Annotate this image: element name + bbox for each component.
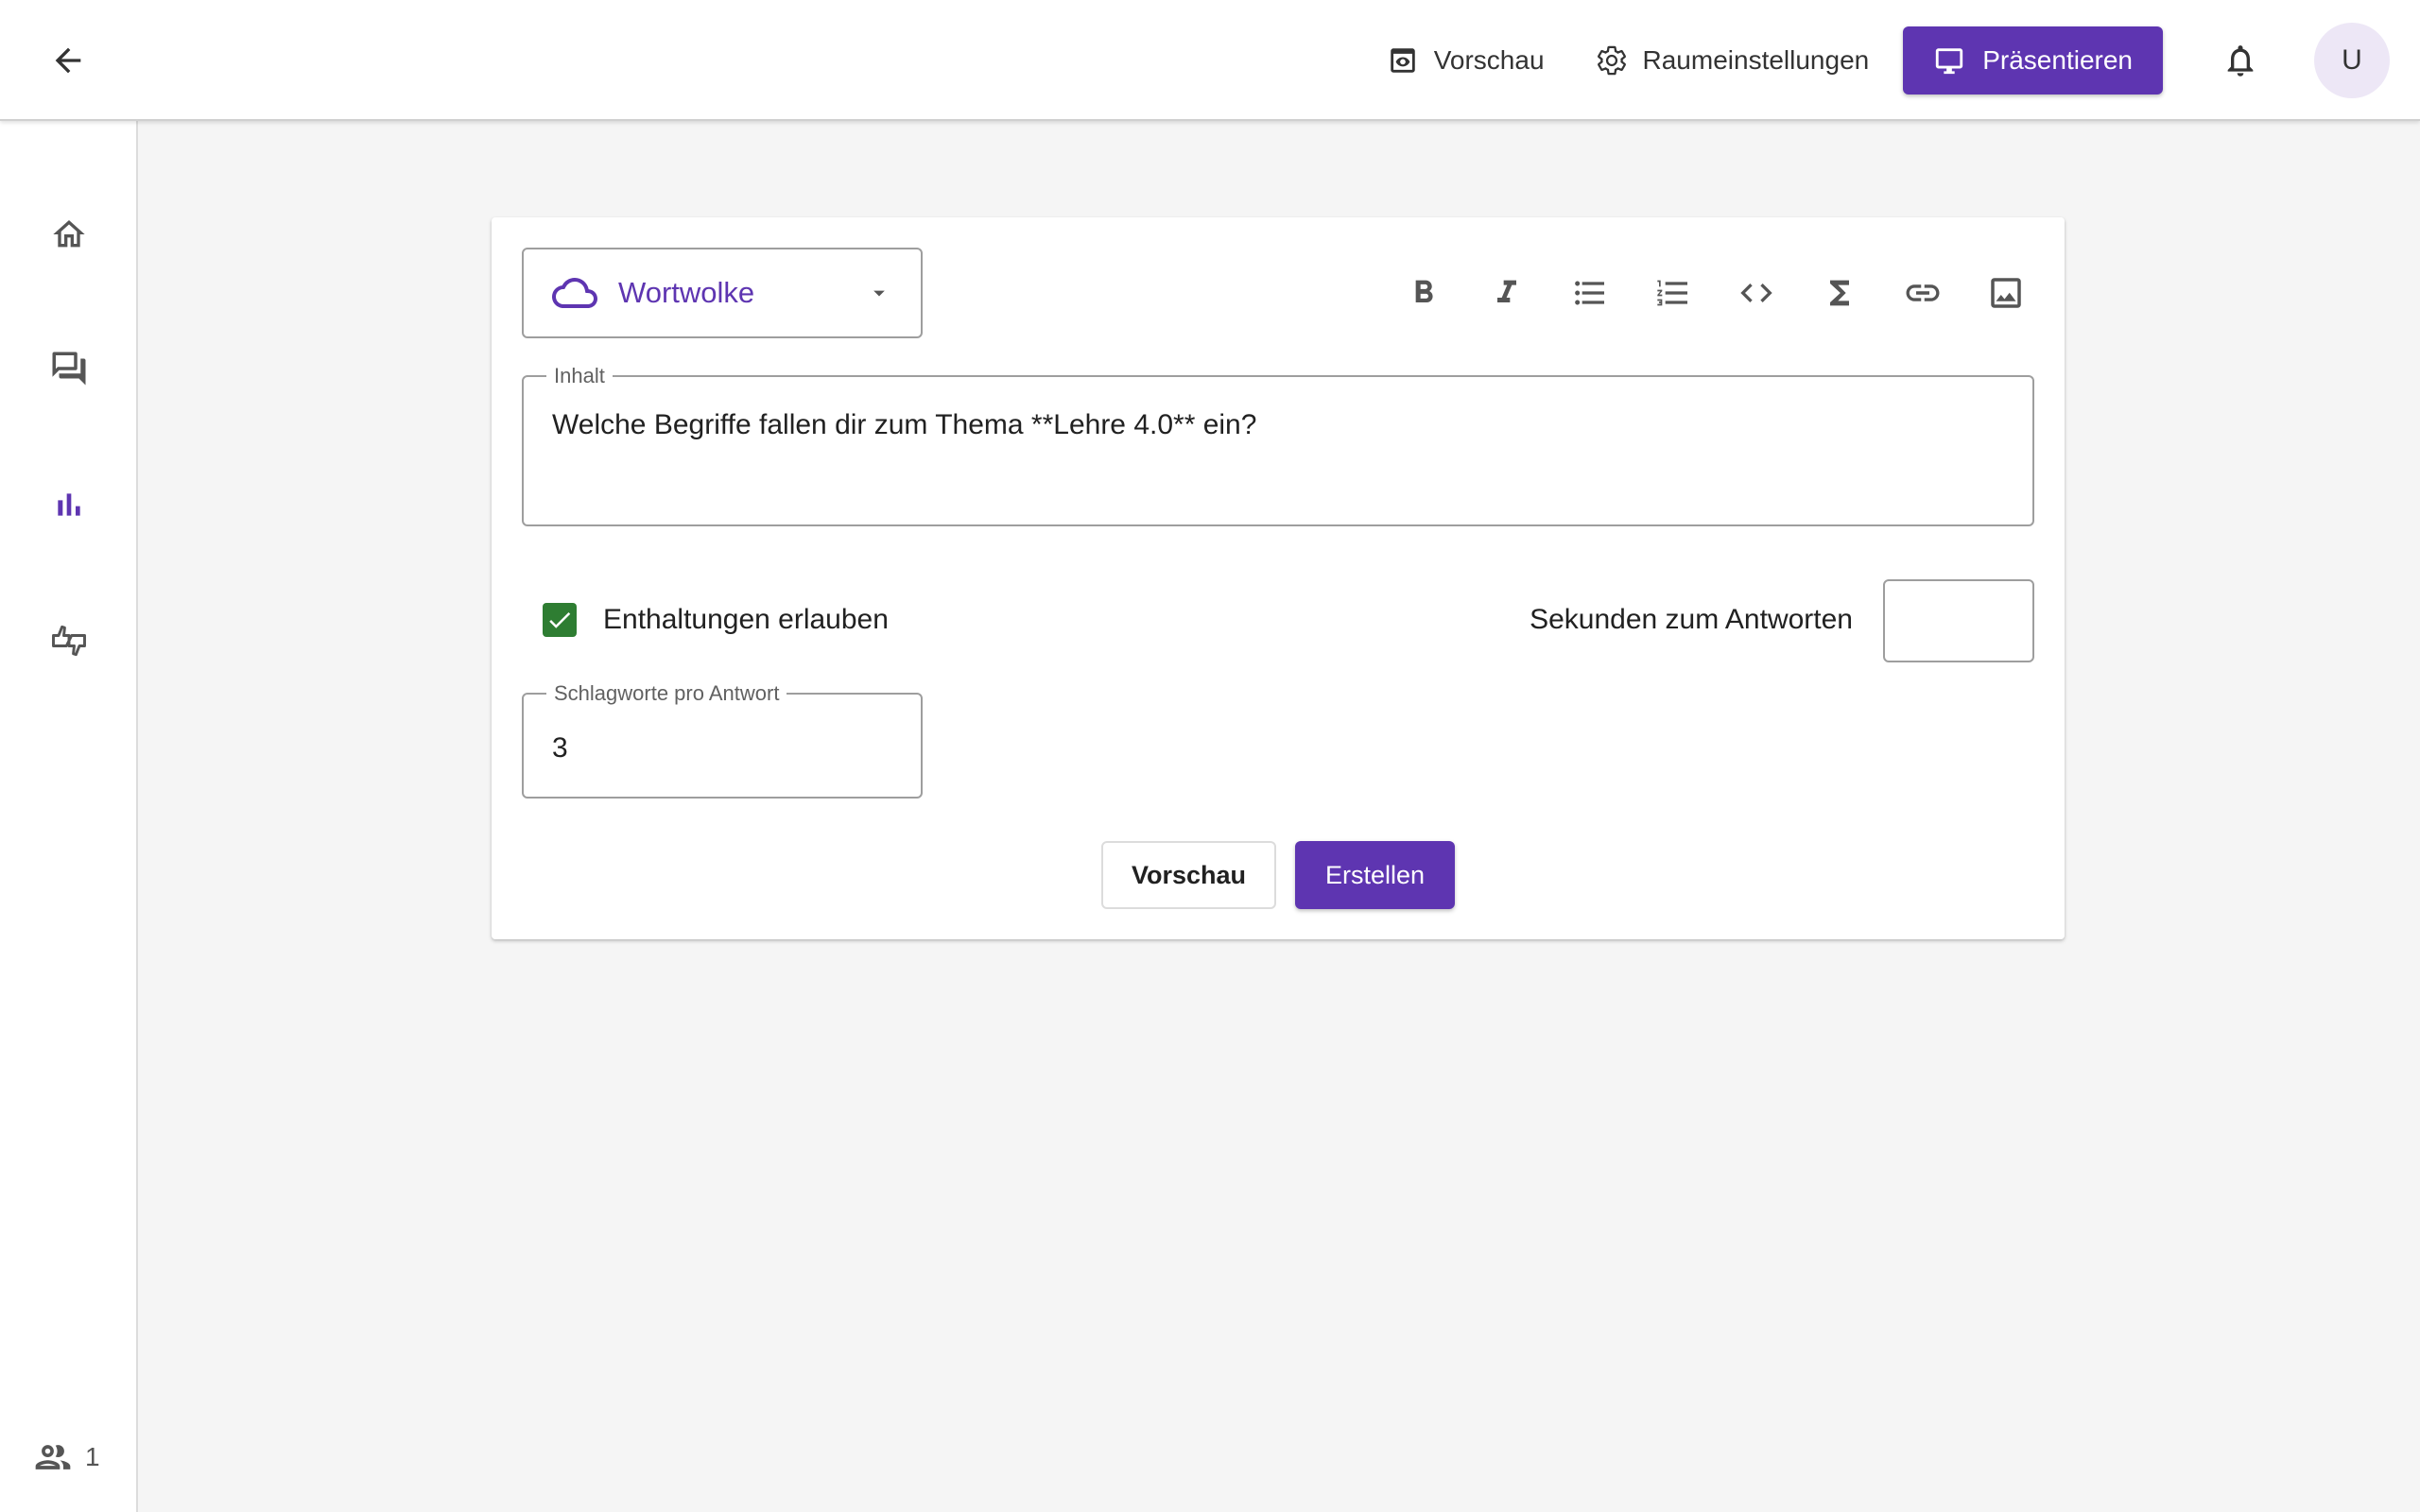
monitor-icon (1936, 48, 1963, 75)
room-settings-label: Raumeinstellungen (1642, 45, 1870, 75)
preview-icon (1391, 48, 1415, 73)
present-button[interactable]: Präsentieren (1903, 26, 2163, 94)
gear-icon (1597, 45, 1626, 76)
content-type-label: Wortwolke (618, 276, 755, 309)
content-type-select[interactable]: Wortwolke (522, 248, 923, 338)
present-label: Präsentieren (1982, 45, 2133, 75)
people-icon (35, 1445, 71, 1469)
back-button[interactable] (38, 30, 98, 91)
bell-icon (2227, 45, 2254, 77)
italic-button[interactable] (1477, 263, 1537, 323)
abstentions-label: Enthaltungen erlauben (603, 604, 889, 635)
keywords-field-label: Schlagworte pro Antwort (546, 681, 787, 706)
bullet-list-icon (1575, 281, 1604, 305)
home-icon (53, 220, 85, 248)
content-field[interactable]: Inhalt Welche Begriffe fallen dir zum Th… (522, 364, 2034, 526)
thumbs-icon (52, 625, 86, 657)
check-icon (549, 611, 571, 628)
arrow-left-icon (55, 47, 81, 74)
bold-icon (1415, 280, 1433, 302)
content-field-value: Welche Begriffe fallen dir zum Thema **L… (552, 409, 1257, 440)
notifications-button[interactable] (2206, 26, 2274, 94)
bold-button[interactable] (1393, 263, 1454, 323)
nav-item-home[interactable] (39, 204, 99, 265)
preview-label: Vorschau (1433, 45, 1545, 75)
link-icon (1906, 284, 1940, 301)
image-button[interactable] (1976, 263, 2036, 323)
chat-icon (52, 352, 86, 386)
nav-item-content[interactable] (39, 474, 99, 535)
cloud-icon (552, 278, 597, 308)
keywords-field-value: 3 (552, 732, 568, 764)
side-navigation: 1 (0, 121, 138, 1512)
chevron-down-icon (873, 290, 885, 297)
formatting-toolbar (1393, 263, 2036, 323)
checkbox-box[interactable] (543, 603, 577, 637)
link-button[interactable] (1893, 263, 1953, 323)
sigma-icon (1830, 280, 1849, 306)
top-actions: Vorschau Raumeinstellungen Präsentieren … (1370, 0, 2420, 121)
italic-icon (1497, 280, 1516, 302)
create-button[interactable]: Erstellen (1295, 841, 1456, 909)
content-field-label: Inhalt (546, 364, 613, 388)
top-app-bar: Vorschau Raumeinstellungen Präsentieren … (0, 0, 2420, 121)
bullet-list-button[interactable] (1560, 263, 1620, 323)
numbered-list-icon (1657, 280, 1687, 306)
seconds-input[interactable] (1883, 579, 2034, 662)
online-users: 1 (32, 1436, 100, 1478)
formula-button[interactable] (1809, 263, 1870, 323)
code-icon (1740, 284, 1772, 302)
nav-item-feedback[interactable] (39, 610, 99, 671)
abstentions-checkbox[interactable]: Enthaltungen erlauben (543, 603, 889, 637)
preview-button[interactable]: Vorschau (1100, 841, 1276, 909)
preview-link[interactable]: Vorschau (1370, 26, 1562, 94)
action-buttons: Vorschau Erstellen (492, 841, 2065, 909)
avatar-initial: U (2342, 44, 2362, 76)
user-count-value: 1 (85, 1442, 100, 1471)
room-settings-link[interactable]: Raumeinstellungen (1579, 26, 1887, 94)
image-icon (1991, 278, 2021, 308)
avatar[interactable]: U (2314, 23, 2390, 98)
keywords-per-answer-field[interactable]: Schlagworte pro Antwort 3 (522, 681, 923, 799)
content-editor-card: Wortwolke Inhalt Welche Begriffe fallen … (492, 217, 2065, 939)
bar-chart-icon (58, 493, 80, 516)
numbered-list-button[interactable] (1643, 263, 1703, 323)
nav-item-questions[interactable] (39, 338, 99, 399)
code-button[interactable] (1726, 263, 1787, 323)
seconds-label: Sekunden zum Antworten (1530, 604, 1853, 635)
